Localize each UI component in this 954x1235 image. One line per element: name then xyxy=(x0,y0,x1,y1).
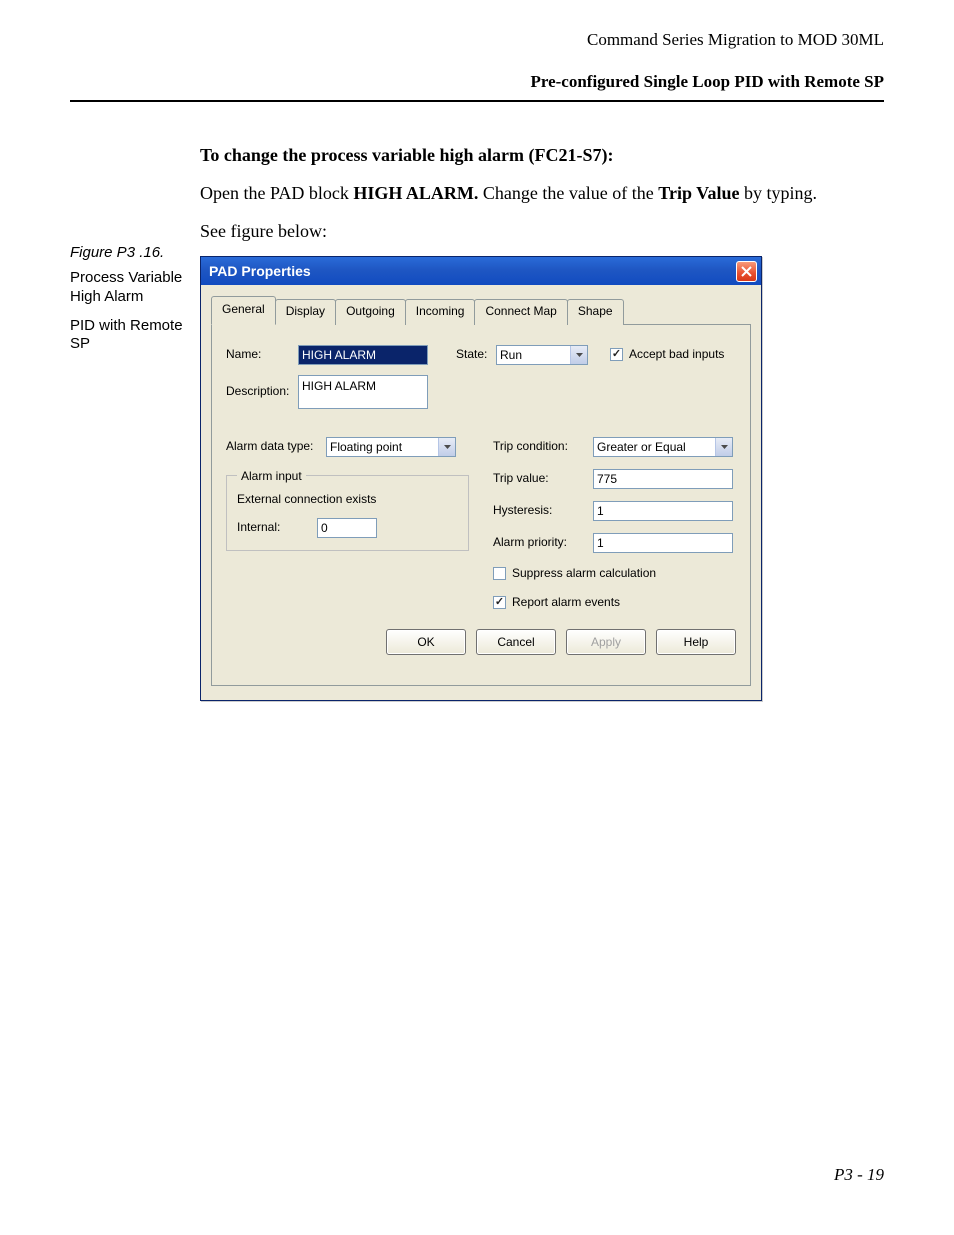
close-icon[interactable] xyxy=(736,261,757,282)
internal-field[interactable]: 0 xyxy=(317,518,377,538)
trip-value-label: Trip value: xyxy=(493,470,593,487)
report-checkbox[interactable]: Report alarm events xyxy=(493,594,620,611)
header-rule xyxy=(70,100,884,102)
alarm-data-type-combo[interactable]: Floating point xyxy=(326,437,456,457)
alarm-input-legend: Alarm input xyxy=(237,469,306,483)
tab-strip: General Display Outgoing Incoming Connec… xyxy=(211,295,751,324)
doc-title: Command Series Migration to MOD 30ML xyxy=(70,30,884,50)
figure-caption-1: Process Variable High Alarm xyxy=(70,269,200,307)
instruction-line: Open the PAD block HIGH ALARM. Change th… xyxy=(200,180,884,206)
report-label: Report alarm events xyxy=(512,594,620,611)
cancel-button[interactable]: Cancel xyxy=(476,629,556,655)
state-combo[interactable]: Run xyxy=(496,345,588,365)
trip-condition-combo[interactable]: Greater or Equal xyxy=(593,437,733,457)
tab-page-general: Name: HIGH ALARM State: Run Accept bad i… xyxy=(211,325,751,687)
ok-button[interactable]: OK xyxy=(386,629,466,655)
tab-shape[interactable]: Shape xyxy=(567,299,624,324)
suppress-checkbox[interactable]: Suppress alarm calculation xyxy=(493,565,656,582)
see-figure: See figure below: xyxy=(200,218,884,244)
figure-number: Figure P3 .16. xyxy=(70,244,200,261)
tab-general[interactable]: General xyxy=(211,296,276,324)
checkbox-icon xyxy=(493,596,506,609)
tab-connect-map[interactable]: Connect Map xyxy=(474,299,567,324)
alarm-data-type-label: Alarm data type: xyxy=(226,438,326,455)
trip-condition-label: Trip condition: xyxy=(493,438,593,455)
chevron-down-icon[interactable] xyxy=(715,438,732,456)
alarm-input-group: Alarm input External connection exists I… xyxy=(226,469,469,551)
pad-properties-dialog: PAD Properties General Display Outgoing … xyxy=(200,256,762,701)
state-label: State: xyxy=(456,346,496,363)
checkbox-icon xyxy=(493,567,506,580)
external-connection-text: External connection exists xyxy=(237,491,458,508)
alarm-priority-label: Alarm priority: xyxy=(493,534,593,551)
description-label: Description: xyxy=(226,383,298,400)
name-field[interactable]: HIGH ALARM xyxy=(298,345,428,365)
page-number: P3 - 19 xyxy=(834,1165,884,1185)
suppress-label: Suppress alarm calculation xyxy=(512,565,656,582)
alarm-priority-field[interactable]: 1 xyxy=(593,533,733,553)
hysteresis-label: Hysteresis: xyxy=(493,502,593,519)
chevron-down-icon[interactable] xyxy=(570,346,587,364)
tab-outgoing[interactable]: Outgoing xyxy=(335,299,406,324)
accept-label: Accept bad inputs xyxy=(629,346,724,363)
instruction-heading: To change the process variable high alar… xyxy=(200,145,614,165)
figure-caption-2: PID with Remote SP xyxy=(70,317,200,355)
dialog-title: PAD Properties xyxy=(209,261,311,281)
tab-incoming[interactable]: Incoming xyxy=(405,299,476,324)
apply-button[interactable]: Apply xyxy=(566,629,646,655)
chevron-down-icon[interactable] xyxy=(438,438,455,456)
tab-display[interactable]: Display xyxy=(275,299,336,324)
internal-label: Internal: xyxy=(237,519,317,536)
name-label: Name: xyxy=(226,346,298,363)
titlebar[interactable]: PAD Properties xyxy=(201,257,761,285)
help-button[interactable]: Help xyxy=(656,629,736,655)
section-title: Pre-configured Single Loop PID with Remo… xyxy=(70,72,884,92)
checkbox-icon xyxy=(610,348,623,361)
hysteresis-field[interactable]: 1 xyxy=(593,501,733,521)
accept-bad-inputs-checkbox[interactable]: Accept bad inputs xyxy=(610,346,724,363)
description-field[interactable]: HIGH ALARM xyxy=(298,375,428,409)
trip-value-field[interactable]: 775 xyxy=(593,469,733,489)
